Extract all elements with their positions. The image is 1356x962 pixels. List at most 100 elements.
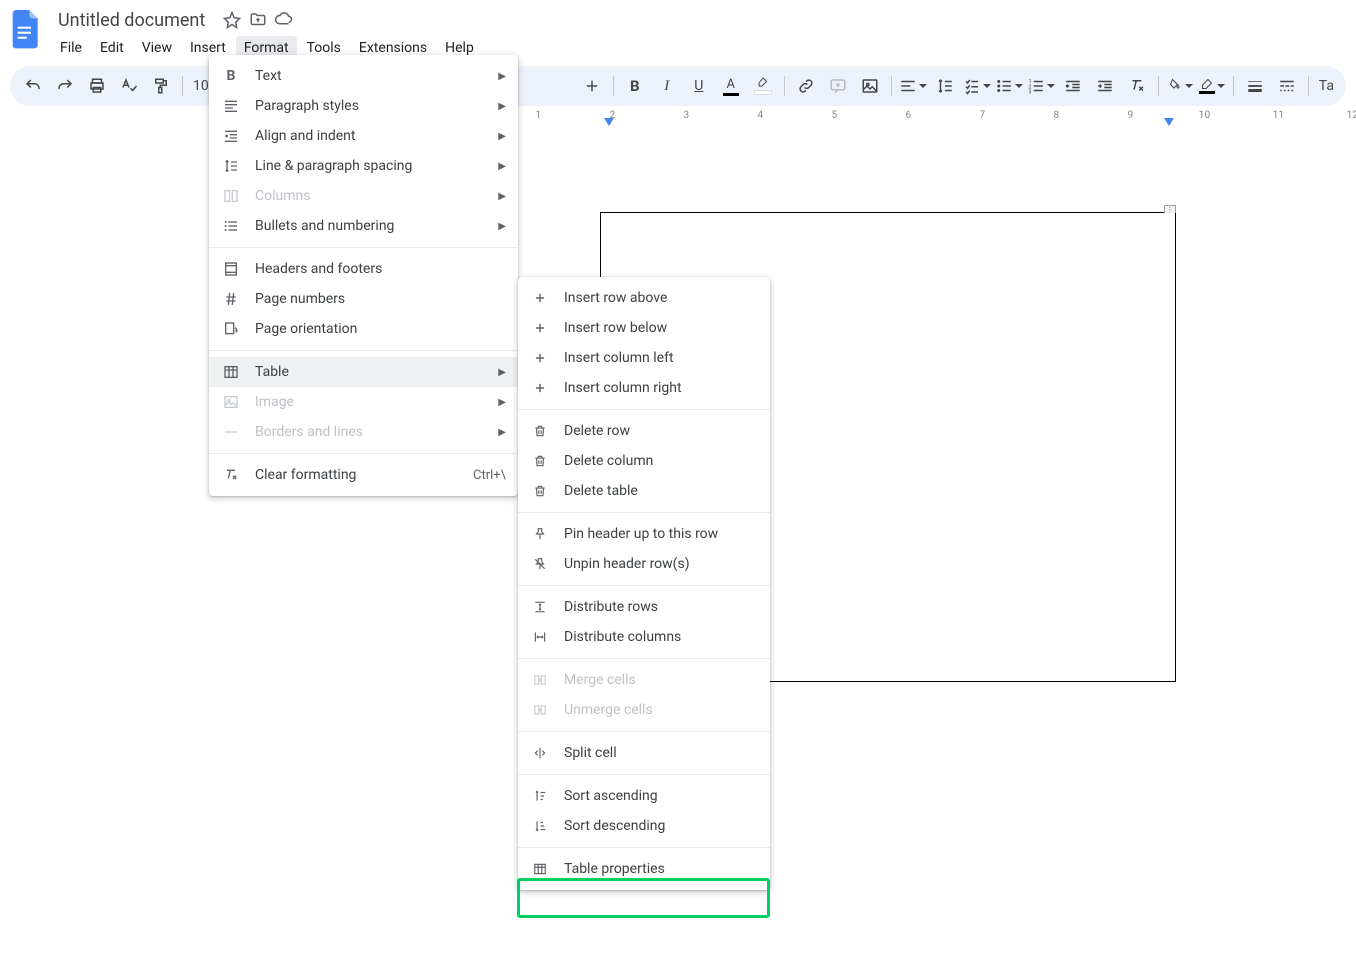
italic-button[interactable]: I bbox=[652, 71, 682, 101]
table-submenu: Insert row above Insert row below Insert… bbox=[518, 277, 770, 890]
toolbar-separator bbox=[1233, 76, 1234, 96]
table-insert-col-left-item[interactable]: Insert column left bbox=[518, 343, 770, 373]
table-pin-header-item[interactable]: Pin header up to this row bbox=[518, 519, 770, 549]
format-align-indent-item[interactable]: Align and indent▶ bbox=[209, 121, 518, 151]
highlight-color-button[interactable] bbox=[748, 71, 778, 101]
bold-icon: B bbox=[221, 66, 241, 86]
format-page-orientation-item[interactable]: Page orientation bbox=[209, 314, 518, 344]
hash-icon bbox=[221, 289, 241, 309]
format-table-item[interactable]: Table▶ bbox=[209, 357, 518, 387]
toolbar-separator bbox=[182, 76, 183, 96]
format-line-spacing-item[interactable]: Line & paragraph spacing▶ bbox=[209, 151, 518, 181]
line-icon bbox=[221, 422, 241, 442]
paint-format-button[interactable] bbox=[146, 71, 176, 101]
toolbar-end-text[interactable]: Ta bbox=[1315, 71, 1338, 101]
bulleted-list-button[interactable] bbox=[994, 71, 1024, 101]
ruler-right-indent-marker[interactable] bbox=[1164, 118, 1174, 126]
menu-edit[interactable]: Edit bbox=[92, 36, 132, 60]
menu-separator bbox=[209, 350, 518, 351]
table-distribute-cols-item[interactable]: Distribute columns bbox=[518, 622, 770, 652]
ruler-numbers: 123456789101112131415161718 bbox=[520, 110, 1356, 121]
format-bullets-numbering-item[interactable]: Bullets and numbering▶ bbox=[209, 211, 518, 241]
cloud-status-icon[interactable] bbox=[275, 11, 293, 29]
columns-icon bbox=[221, 186, 241, 206]
table-sort-desc-item[interactable]: Sort descending bbox=[518, 811, 770, 841]
decrease-indent-button[interactable] bbox=[1058, 71, 1088, 101]
menu-separator bbox=[518, 585, 770, 586]
shortcut-label: Ctrl+\ bbox=[473, 468, 506, 483]
format-paragraph-styles-item[interactable]: Paragraph styles▶ bbox=[209, 91, 518, 121]
ruler-left-indent-marker[interactable] bbox=[604, 118, 614, 126]
insert-image-button[interactable] bbox=[855, 71, 885, 101]
title-row: Untitled document bbox=[52, 6, 1348, 34]
split-cell-icon bbox=[530, 743, 550, 763]
paragraph-icon bbox=[221, 96, 241, 116]
distribute-rows-icon bbox=[530, 597, 550, 617]
toolbar-separator bbox=[784, 76, 785, 96]
clear-format-button[interactable] bbox=[1122, 71, 1152, 101]
chevron-right-icon: ▶ bbox=[498, 397, 506, 408]
table-delete-table-item[interactable]: Delete table bbox=[518, 476, 770, 506]
distribute-cols-icon bbox=[530, 627, 550, 647]
insert-plus-button[interactable] bbox=[577, 71, 607, 101]
text-color-button[interactable]: A bbox=[716, 71, 746, 101]
document-title[interactable]: Untitled document bbox=[52, 9, 211, 32]
table-insert-row-above-item[interactable]: Insert row above bbox=[518, 283, 770, 313]
increase-indent-button[interactable] bbox=[1090, 71, 1120, 101]
format-borders-lines-item: Borders and lines▶ bbox=[209, 417, 518, 447]
star-icon[interactable] bbox=[223, 11, 241, 29]
menu-file[interactable]: File bbox=[52, 36, 90, 60]
format-image-item: Image▶ bbox=[209, 387, 518, 417]
table-properties-item[interactable]: Table properties bbox=[518, 854, 770, 884]
table-unmerge-cells-item: Unmerge cells bbox=[518, 695, 770, 725]
table-unpin-header-item[interactable]: Unpin header row(s) bbox=[518, 549, 770, 579]
format-text-item[interactable]: BText▶ bbox=[209, 61, 518, 91]
line-spacing-button[interactable] bbox=[930, 71, 960, 101]
docs-logo[interactable] bbox=[8, 6, 44, 54]
table-sort-asc-item[interactable]: Sort ascending bbox=[518, 781, 770, 811]
sort-asc-icon bbox=[530, 786, 550, 806]
border-width-button[interactable] bbox=[1240, 71, 1270, 101]
plus-icon bbox=[530, 318, 550, 338]
menu-view[interactable]: View bbox=[134, 36, 180, 60]
align-button[interactable] bbox=[898, 71, 928, 101]
move-icon[interactable] bbox=[249, 11, 267, 29]
menu-separator bbox=[518, 847, 770, 848]
table-insert-row-below-item[interactable]: Insert row below bbox=[518, 313, 770, 343]
menu-separator bbox=[518, 774, 770, 775]
format-clear-formatting-item[interactable]: Clear formattingCtrl+\ bbox=[209, 460, 518, 490]
format-headers-footers-item[interactable]: Headers and footers bbox=[209, 254, 518, 284]
table-merge-cells-item: Merge cells bbox=[518, 665, 770, 695]
underline-button[interactable]: U bbox=[684, 71, 714, 101]
spellcheck-button[interactable] bbox=[114, 71, 144, 101]
numbered-list-button[interactable]: 123 bbox=[1026, 71, 1056, 101]
bold-button[interactable]: B bbox=[620, 71, 650, 101]
pin-icon bbox=[530, 524, 550, 544]
trash-icon bbox=[530, 451, 550, 471]
menu-separator bbox=[518, 731, 770, 732]
table-handle-icon[interactable]: ⋮ bbox=[1164, 205, 1176, 213]
redo-button[interactable] bbox=[50, 71, 80, 101]
table-delete-column-item[interactable]: Delete column bbox=[518, 446, 770, 476]
table-delete-row-item[interactable]: Delete row bbox=[518, 416, 770, 446]
format-dropdown-menu: BText▶ Paragraph styles▶ Align and inden… bbox=[209, 55, 518, 496]
print-button[interactable] bbox=[82, 71, 112, 101]
table-split-cell-item[interactable]: Split cell bbox=[518, 738, 770, 768]
plus-icon bbox=[530, 288, 550, 308]
border-color-button[interactable] bbox=[1197, 71, 1227, 101]
table-insert-col-right-item[interactable]: Insert column right bbox=[518, 373, 770, 403]
unpin-icon bbox=[530, 554, 550, 574]
table-distribute-rows-item[interactable]: Distribute rows bbox=[518, 592, 770, 622]
chevron-right-icon: ▶ bbox=[498, 427, 506, 438]
fill-color-button[interactable] bbox=[1165, 71, 1195, 101]
menu-separator bbox=[209, 247, 518, 248]
format-page-numbers-item[interactable]: Page numbers bbox=[209, 284, 518, 314]
indent-icon bbox=[221, 126, 241, 146]
border-dash-button[interactable] bbox=[1272, 71, 1302, 101]
trash-icon bbox=[530, 421, 550, 441]
insert-link-button[interactable] bbox=[791, 71, 821, 101]
undo-button[interactable] bbox=[18, 71, 48, 101]
add-comment-button[interactable] bbox=[823, 71, 853, 101]
line-spacing-icon bbox=[221, 156, 241, 176]
checklist-button[interactable] bbox=[962, 71, 992, 101]
